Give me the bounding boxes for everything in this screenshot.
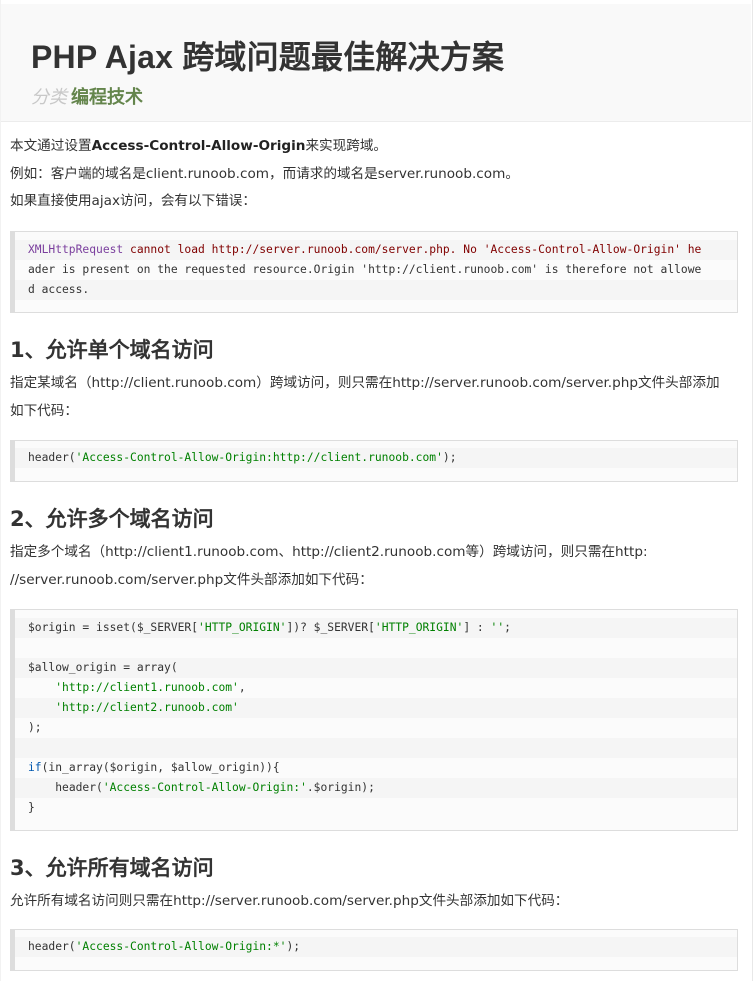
code-line: d access. [15, 280, 737, 300]
intro-bold-header: Access-Control-Allow-Origin [91, 138, 306, 154]
section-1-desc-2: 如下代码： [10, 403, 78, 419]
section-3-code-block: header('Access-Control-Allow-Origin:*'); [10, 929, 738, 971]
category-link[interactable]: 编程技术 [71, 87, 143, 108]
category-line: 分类 编程技术 [31, 83, 143, 109]
section-2-desc-2: //server.runoob.com/server.php文件头部添加如下代码… [10, 572, 373, 588]
code-line: $origin = isset($_SERVER['HTTP_ORIGIN'])… [15, 618, 737, 638]
code-line: header('Access-Control-Allow-Origin:http… [15, 448, 737, 468]
code-line: if(in_array($origin, $allow_origin)){ [15, 758, 737, 778]
intro-line-1: 本文通过设置Access-Control-Allow-Origin来实现跨域。 [10, 138, 388, 154]
code-line: XMLHttpRequest cannot load http://server… [15, 240, 737, 260]
section-1-code-block: header('Access-Control-Allow-Origin:http… [10, 440, 738, 482]
intro-line-3: 如果直接使用ajax访问，会有以下错误： [10, 193, 256, 209]
section-2-heading: 2、允许多个域名访问 [10, 507, 214, 531]
section-2-desc-1: 指定多个域名（http://client1.runoob.com、http://… [10, 544, 648, 560]
section-2-code-block: $origin = isset($_SERVER['HTTP_ORIGIN'])… [10, 609, 738, 831]
error-code-block: XMLHttpRequest cannot load http://server… [10, 231, 738, 313]
code-line: ); [15, 718, 737, 738]
article-header: PHP Ajax 跨域问题最佳解决方案 分类 编程技术 [1, 4, 751, 122]
category-label: 分类 [31, 87, 67, 108]
page-title: PHP Ajax 跨域问题最佳解决方案 [31, 39, 505, 75]
code-line: 'http://client1.runoob.com', [15, 678, 737, 698]
code-line: header('Access-Control-Allow-Origin:'.$o… [15, 778, 737, 798]
code-line [15, 738, 737, 758]
code-line [15, 638, 737, 658]
code-line: ader is present on the requested resourc… [15, 260, 737, 280]
section-3-heading: 3、允许所有域名访问 [10, 856, 214, 880]
code-line: $allow_origin = array( [15, 658, 737, 678]
section-1-heading: 1、允许单个域名访问 [10, 338, 214, 362]
code-line: header('Access-Control-Allow-Origin:*'); [15, 937, 737, 957]
section-1-desc-1: 指定某域名（http://client.runoob.com）跨域访问，则只需在… [10, 375, 720, 391]
section-3-desc-1: 允许所有域名访问则只需在http://server.runoob.com/ser… [10, 893, 569, 909]
code-line: } [15, 798, 737, 818]
intro-line-2: 例如：客户端的域名是client.runoob.com，而请求的域名是serve… [10, 166, 519, 182]
code-line: 'http://client2.runoob.com' [15, 698, 737, 718]
